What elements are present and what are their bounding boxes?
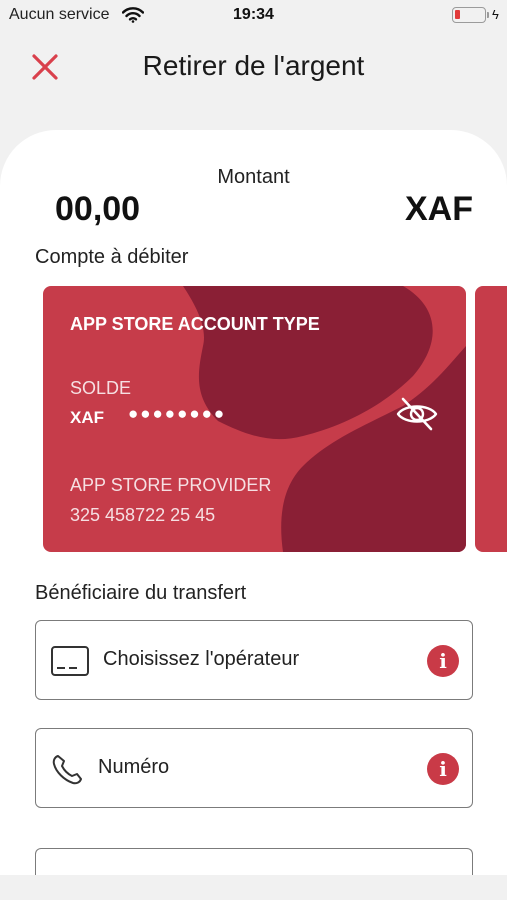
balance-label: SOLDE <box>70 378 132 398</box>
next-account-card-peek[interactable] <box>475 286 507 552</box>
amount-currency: XAF <box>405 190 473 228</box>
account-provider: APP STORE PROVIDER <box>70 475 272 495</box>
battery-low-icon <box>452 7 486 23</box>
charging-bolt-icon: ϟ <box>492 7 499 22</box>
info-icon[interactable]: i <box>427 753 459 785</box>
account-number: 325 458722 25 45 <box>70 505 216 525</box>
bottom-band <box>0 875 507 900</box>
phone-icon <box>52 755 82 785</box>
battery-level <box>455 10 460 19</box>
info-icon[interactable]: i <box>427 645 459 677</box>
amount-label: Montant <box>217 166 290 188</box>
balance-hidden-value: ●●●●●●●● <box>128 404 227 423</box>
main-sheet: Montant 00,00 XAF Compte à débiter APP S… <box>0 130 507 900</box>
phone-number-placeholder: Numéro <box>98 756 170 778</box>
eye-off-icon[interactable] <box>395 396 439 432</box>
operator-select[interactable]: Choisissez l'opérateur i <box>35 620 473 700</box>
page-title: Retirer de l'argent <box>142 50 365 81</box>
account-type: APP STORE ACCOUNT TYPE <box>70 314 320 334</box>
beneficiary-label: Bénéficiaire du transfert <box>35 582 247 604</box>
operator-select-label: Choisissez l'opérateur <box>103 648 300 670</box>
clock: 19:34 <box>233 6 274 23</box>
account-card[interactable]: APP STORE ACCOUNT TYPE SOLDE XAF ●●●●●●●… <box>43 286 466 552</box>
amount-input[interactable]: 00,00 <box>55 190 140 229</box>
status-bar: Aucun service 19:34 ϟ <box>0 0 507 30</box>
balance-currency: XAF <box>70 408 104 427</box>
battery-cap <box>487 12 489 18</box>
header: Retirer de l'argent <box>0 40 507 96</box>
phone-number-field[interactable]: Numéro i <box>35 728 473 808</box>
card-icon <box>51 646 89 676</box>
debit-account-label: Compte à débiter <box>35 246 189 268</box>
